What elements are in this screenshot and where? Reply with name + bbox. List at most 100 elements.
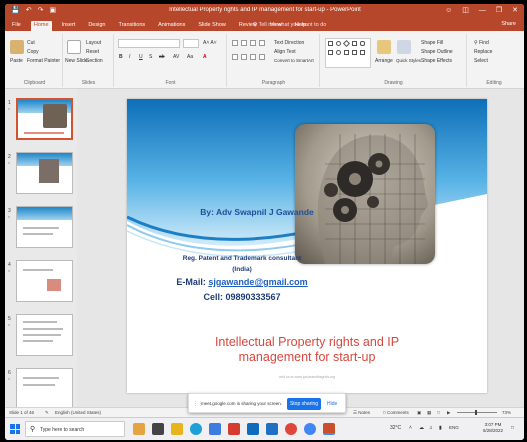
- shape-callout-icon[interactable]: [360, 50, 365, 55]
- chrome-icon[interactable]: [285, 423, 297, 435]
- align-center-icon[interactable]: [241, 54, 247, 60]
- tab-file[interactable]: File: [9, 21, 24, 31]
- shape-effects-button[interactable]: Shape Effects: [421, 58, 452, 64]
- shape-triangle-icon[interactable]: [344, 50, 349, 55]
- reset-button[interactable]: Reset: [86, 49, 99, 55]
- windows-start-icon[interactable]: [10, 424, 20, 434]
- slide-thumbnail-2[interactable]: [16, 152, 73, 194]
- arrange-icon[interactable]: [377, 40, 391, 54]
- grow-font-icon[interactable]: A˄ A˅: [203, 40, 217, 46]
- shape-rounded-icon[interactable]: [360, 41, 365, 46]
- shape-diamond-icon[interactable]: [342, 39, 351, 48]
- layout-button[interactable]: Layout: [86, 40, 101, 46]
- shape-rectangle-icon[interactable]: [328, 41, 333, 46]
- account-icon[interactable]: ☺: [445, 6, 452, 15]
- comments-button[interactable]: □ Comments: [383, 410, 409, 415]
- bullets-icon[interactable]: [232, 40, 238, 46]
- undo-icon[interactable]: ↶: [26, 7, 32, 15]
- slide-editing-area[interactable]: By: Adv Swapnil J Gawande Reg. Patent an…: [77, 89, 524, 407]
- justify-icon[interactable]: [259, 54, 265, 60]
- italic-button[interactable]: I: [129, 54, 130, 60]
- chrome-profile-icon[interactable]: [304, 423, 316, 435]
- format-painter-button[interactable]: Format Painter: [27, 58, 60, 64]
- task-view-icon[interactable]: [152, 423, 164, 435]
- share-button[interactable]: Share: [501, 21, 516, 27]
- slide-thumbnail-6[interactable]: [16, 368, 73, 410]
- store-icon[interactable]: [209, 423, 221, 435]
- thumbnail-row[interactable]: 4 *: [8, 260, 74, 308]
- slide-thumbnail-pane[interactable]: 1 * 2 * 3 * 4 * 5 * 6 *: [5, 89, 77, 410]
- select-button[interactable]: Select: [474, 58, 488, 64]
- shadow-button[interactable]: S: [149, 54, 152, 60]
- slide-thumbnail-3[interactable]: [16, 206, 73, 248]
- font-color-icon[interactable]: A: [203, 54, 207, 60]
- slideshow-view-icon[interactable]: ▶: [447, 410, 450, 416]
- notes-button[interactable]: ☰ Notes: [353, 410, 370, 416]
- ribbon-display-icon[interactable]: ◫: [462, 6, 469, 15]
- increase-indent-icon[interactable]: [259, 40, 265, 46]
- powerpoint-taskbar-icon[interactable]: [323, 423, 335, 435]
- mail-icon[interactable]: [247, 423, 259, 435]
- email-link[interactable]: sjgawande@gmail.com: [208, 277, 307, 287]
- word-icon[interactable]: [266, 423, 278, 435]
- zoom-slider-thumb[interactable]: [475, 410, 477, 415]
- new-slide-button[interactable]: New Slide: [65, 58, 88, 64]
- stop-sharing-button[interactable]: Stop sharing: [287, 398, 321, 410]
- minimize-icon[interactable]: —: [479, 6, 486, 15]
- network-icon[interactable]: ☁: [419, 425, 424, 431]
- tab-transitions[interactable]: Transitions: [115, 21, 148, 31]
- paste-label[interactable]: Paste: [10, 58, 23, 64]
- slide-thumbnail-1[interactable]: [16, 98, 73, 140]
- slide-thumbnail-5[interactable]: [16, 314, 73, 356]
- shape-star-icon[interactable]: [352, 50, 357, 55]
- slide-thumbnail-4[interactable]: [16, 260, 73, 302]
- font-name-select[interactable]: [118, 39, 180, 48]
- notifications-icon[interactable]: □: [511, 425, 514, 431]
- edge-browser-icon[interactable]: [190, 423, 202, 435]
- align-text-button[interactable]: Align Text: [274, 49, 296, 55]
- proofing-icon[interactable]: ✎: [45, 410, 49, 416]
- thumbnail-row[interactable]: 3 *: [8, 206, 74, 254]
- language-indicator[interactable]: English (United States): [55, 410, 101, 415]
- align-right-icon[interactable]: [250, 54, 256, 60]
- zoom-level[interactable]: 73%: [502, 410, 511, 415]
- shape-arrow-icon[interactable]: [328, 50, 333, 55]
- current-slide[interactable]: By: Adv Swapnil J Gawande Reg. Patent an…: [127, 99, 487, 393]
- decrease-indent-icon[interactable]: [250, 40, 256, 46]
- shape-circle-icon[interactable]: [336, 50, 341, 55]
- input-language[interactable]: ENG: [449, 425, 459, 430]
- shape-fill-button[interactable]: Shape Fill: [421, 40, 443, 46]
- tab-home[interactable]: Home: [30, 21, 52, 31]
- copy-button[interactable]: Copy: [27, 49, 39, 55]
- shape-outline-button[interactable]: Shape Outline: [421, 49, 453, 55]
- arrange-button[interactable]: Arrange: [375, 58, 393, 64]
- replace-button[interactable]: Replace: [474, 49, 492, 55]
- find-button[interactable]: ⚲ Find: [474, 40, 489, 46]
- file-explorer-icon[interactable]: [171, 423, 183, 435]
- weather-temperature[interactable]: 32°C: [390, 425, 401, 431]
- font-size-select[interactable]: [183, 39, 199, 48]
- reading-view-icon[interactable]: □: [437, 410, 440, 415]
- close-icon[interactable]: ✕: [512, 6, 518, 15]
- text-direction-button[interactable]: Text Direction: [274, 40, 304, 46]
- char-spacing-button[interactable]: AV: [173, 54, 179, 60]
- quick-styles-icon[interactable]: [397, 40, 411, 54]
- taskbar-search-box[interactable]: ⚲ Type here to search: [25, 421, 125, 437]
- paste-icon[interactable]: [10, 40, 24, 54]
- numbering-icon[interactable]: [241, 40, 247, 46]
- tell-me-search[interactable]: ⚲ Tell me what you want to do: [253, 22, 326, 28]
- convert-smartart-button[interactable]: Convert to SmartArt: [274, 58, 314, 63]
- quick-styles-button[interactable]: Quick Styles: [396, 58, 421, 63]
- slide-sorter-icon[interactable]: ▦: [427, 410, 431, 416]
- tab-animations[interactable]: Animations: [155, 21, 188, 31]
- restore-icon[interactable]: ❐: [496, 6, 502, 15]
- strikethrough-button[interactable]: ab: [159, 54, 165, 60]
- thumbnail-row[interactable]: 2 *: [8, 152, 74, 200]
- tray-chevron-icon[interactable]: ˄: [409, 425, 412, 431]
- zoom-slider[interactable]: [457, 410, 497, 415]
- volume-icon[interactable]: ♫: [429, 425, 433, 431]
- thumbnail-row[interactable]: 1 *: [8, 98, 74, 146]
- tab-slide-show[interactable]: Slide Show: [195, 21, 229, 31]
- section-button[interactable]: Section: [86, 58, 103, 64]
- thumbnail-row[interactable]: 5 *: [8, 314, 74, 362]
